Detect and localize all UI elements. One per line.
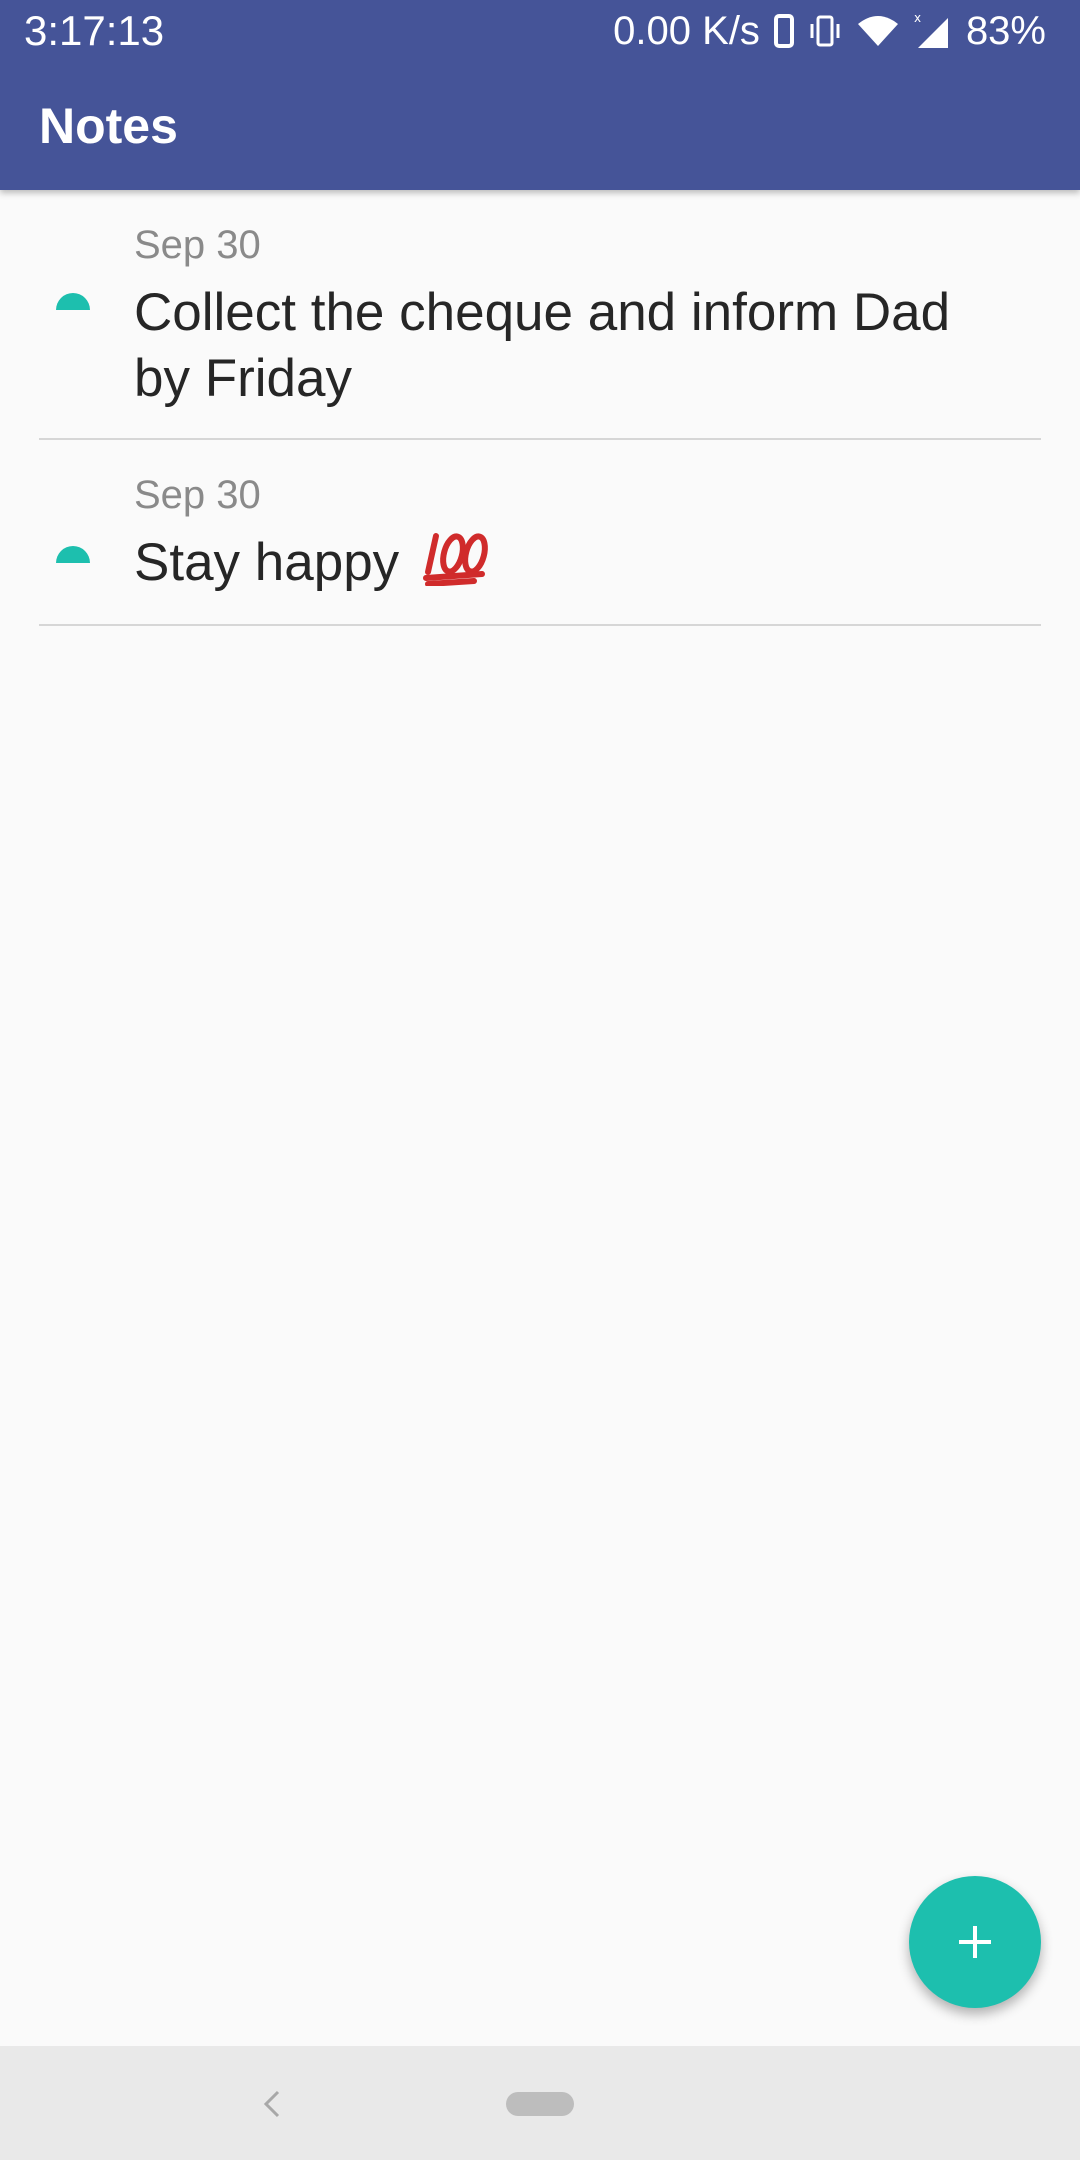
hundred-points-icon [422,533,488,586]
svg-text:x: x [914,12,921,25]
home-pill-icon[interactable] [506,2092,574,2116]
note-text: Collect the cheque and inform Dad by Fri… [134,283,951,408]
note-item[interactable]: Sep 30 Collect the cheque and inform Dad… [39,190,1041,440]
status-right-group: 0.00 K/s x 83% [613,4,1046,58]
note-date: Sep 30 [134,473,261,517]
battery-level: 83% [965,9,1046,53]
back-chevron-icon[interactable] [258,2084,286,2124]
app-header: 3:17:13 0.00 K/s x 83% Notes [0,0,1080,190]
status-bar: 3:17:13 0.00 K/s x 83% [0,0,1080,62]
note-marker-icon [56,293,90,310]
note-marker-icon [56,546,90,563]
wifi-icon [857,16,898,46]
note-text-wrapper: Stay happy [134,530,994,596]
add-note-button[interactable] [909,1876,1041,2008]
cell-signal-icon: x [914,12,948,48]
note-text: Stay happy [134,533,400,592]
plus-icon [959,1926,991,1958]
page-title: Notes [39,98,178,154]
phone-outline-icon [773,14,794,48]
note-item[interactable]: Sep 30 Stay happy [39,440,1041,626]
system-nav-bar [0,2046,1080,2160]
vibrate-icon [810,15,840,47]
notes-list: Sep 30 Collect the cheque and inform Dad… [0,190,1080,626]
status-time: 3:17:13 [24,7,165,54]
note-date: Sep 30 [134,223,261,267]
network-speed: 0.00 K/s [613,9,760,53]
